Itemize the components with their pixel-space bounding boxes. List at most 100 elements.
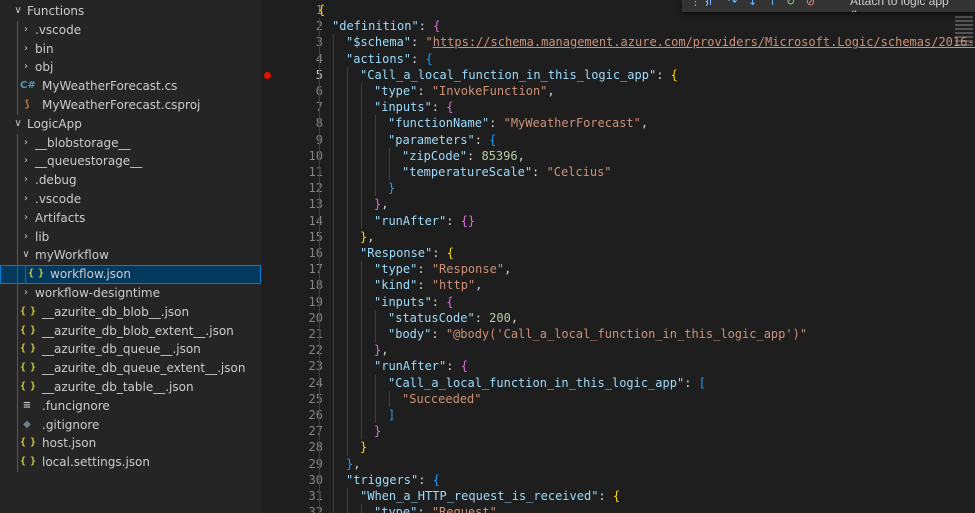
- line-number: 14: [308, 213, 323, 228]
- explorer-item[interactable]: ◆ .gitignore: [0, 415, 261, 435]
- chevron-down-icon[interactable]: ∨: [12, 2, 24, 21]
- explorer-item[interactable]: › workflow-designtime: [0, 284, 261, 303]
- code-line[interactable]: 8 "functionName": "MyWeatherForecast",: [261, 115, 975, 132]
- chevron-right-icon[interactable]: ›: [20, 209, 32, 228]
- explorer-item[interactable]: { } __azurite_db_blob__.json: [0, 302, 261, 322]
- indent-guide: [361, 309, 362, 326]
- restart-icon[interactable]: ↻: [786, 0, 795, 8]
- indent-guide: [319, 261, 320, 278]
- code-line[interactable]: 18 "kind": "http",: [261, 277, 975, 294]
- explorer-item[interactable]: › .vscode: [0, 190, 261, 209]
- code-line[interactable]: 20 "statusCode": 200,: [261, 309, 975, 326]
- explorer-item[interactable]: ⟆ MyWeatherForecast.csproj: [0, 96, 261, 115]
- code-line[interactable]: 5 "Call_a_local_function_in_this_logic_ap…: [261, 66, 975, 83]
- code-line[interactable]: 15},: [261, 228, 975, 245]
- code-line[interactable]: 13},: [261, 196, 975, 213]
- debug-config-label[interactable]: Attach to logic app (Log: [850, 0, 975, 12]
- chevron-down-icon[interactable]: ∨: [12, 115, 24, 134]
- code-line[interactable]: 2 "definition": {: [261, 18, 975, 35]
- indent-guide: [347, 228, 348, 245]
- explorer-item-label: myWorkflow: [35, 248, 109, 263]
- chevron-down-icon[interactable]: ∨: [20, 246, 32, 265]
- indent-guide: [361, 390, 362, 407]
- json-file-icon: { }: [20, 437, 36, 449]
- code-line[interactable]: 14 "runAfter": {}: [261, 212, 975, 229]
- code-line[interactable]: 29},: [261, 455, 975, 472]
- indent-guide: [17, 415, 18, 435]
- explorer-item[interactable]: › .debug: [0, 171, 261, 190]
- code-line[interactable]: 12}: [261, 180, 975, 197]
- explorer-item[interactable]: { } host.json: [0, 434, 261, 454]
- chevron-right-icon[interactable]: ›: [20, 152, 32, 171]
- step-over-icon[interactable]: ↷: [728, 0, 737, 8]
- line-number: 17: [308, 262, 323, 277]
- explorer-item[interactable]: { } workflow.json: [0, 265, 261, 284]
- code-line[interactable]: 26]: [261, 407, 975, 424]
- disconnect-icon[interactable]: ⊘: [806, 0, 815, 8]
- code-line[interactable]: 31 "When_a_HTTP_request_is_received": {: [261, 488, 975, 505]
- indent-guide: [319, 358, 320, 375]
- code-text: "statusCode": 200,: [388, 310, 518, 326]
- code-line[interactable]: 21 "body": "@body('Call_a_local_function_…: [261, 326, 975, 343]
- indent-guide: [319, 50, 320, 67]
- code-line[interactable]: 9 "parameters": {: [261, 131, 975, 148]
- explorer-item[interactable]: { } __azurite_db_blob_extent__.json: [0, 321, 261, 341]
- explorer-item[interactable]: ∨ myWorkflow: [0, 246, 261, 266]
- code-line[interactable]: 24 "Call_a_local_function_in_this_logic_a…: [261, 374, 975, 391]
- chevron-right-icon[interactable]: ›: [20, 284, 32, 303]
- code-line[interactable]: 4 "actions": {: [261, 50, 975, 67]
- code-line[interactable]: 19 "inputs": {: [261, 293, 975, 310]
- explorer-item[interactable]: ∨ Functions: [0, 2, 261, 21]
- code-line[interactable]: 30 "triggers": {: [261, 471, 975, 488]
- code-token: "type": [374, 505, 418, 513]
- indent-guide: [347, 374, 348, 391]
- chevron-right-icon[interactable]: ›: [20, 228, 32, 247]
- code-line[interactable]: 10 "zipCode": 85396,: [261, 147, 975, 164]
- code-line[interactable]: 27}: [261, 423, 975, 440]
- explorer-item[interactable]: ≡ .funcignore: [0, 396, 261, 416]
- code-line[interactable]: 3 "$schema": "https://schema.management.a…: [261, 34, 975, 51]
- pause-icon[interactable]: ıı: [706, 0, 712, 8]
- chevron-right-icon[interactable]: ›: [20, 58, 32, 77]
- code-token: "inputs": [374, 100, 432, 115]
- code-editor[interactable]: 1{2"definition": {3"$schema": "https://s…: [261, 0, 975, 513]
- explorer-item[interactable]: › bin: [0, 39, 261, 59]
- step-into-icon[interactable]: ↓: [748, 0, 757, 8]
- code-token: {: [446, 294, 454, 309]
- chevron-right-icon[interactable]: ›: [20, 40, 32, 59]
- line-number: 15: [308, 229, 323, 244]
- explorer-item-label: MyWeatherForecast.csproj: [42, 98, 201, 112]
- json-file-icon: { }: [20, 362, 36, 374]
- code-line[interactable]: 25 "Succeeded": [261, 390, 975, 407]
- explorer-item[interactable]: › lib: [0, 227, 261, 247]
- code-line[interactable]: 6 "type": "InvokeFunction",: [261, 83, 975, 100]
- code-line[interactable]: 16 "Response": {: [261, 245, 975, 262]
- code-line[interactable]: 28}: [261, 439, 975, 456]
- chevron-right-icon[interactable]: ›: [20, 171, 32, 190]
- code-line[interactable]: 23 "runAfter": {: [261, 358, 975, 375]
- indent-guide: [319, 504, 320, 513]
- explorer-item[interactable]: { } local.settings.json: [0, 453, 261, 472]
- explorer-item[interactable]: › Artifacts: [0, 208, 261, 228]
- explorer-item[interactable]: › .vscode: [0, 20, 261, 40]
- explorer-item[interactable]: { } __azurite_db_queue_extent__.json: [0, 359, 261, 378]
- indent-guide: [333, 164, 334, 181]
- explorer-item[interactable]: ∨ LogicApp: [0, 115, 261, 134]
- code-line[interactable]: 32 "type": "Request": [261, 504, 975, 513]
- step-out-icon[interactable]: ↑: [768, 0, 777, 8]
- code-line[interactable]: 7 "inputs": {: [261, 99, 975, 116]
- code-line[interactable]: 22},: [261, 342, 975, 359]
- chevron-right-icon[interactable]: ›: [20, 21, 32, 40]
- explorer-item[interactable]: { } __azurite_db_queue__.json: [0, 340, 261, 360]
- line-number: 16: [308, 246, 323, 260]
- explorer-item[interactable]: › obj: [0, 58, 261, 78]
- chevron-right-icon[interactable]: ›: [20, 134, 32, 153]
- explorer-item[interactable]: C# MyWeatherForecast.cs: [0, 77, 261, 96]
- code-line[interactable]: 11 "temperatureScale": "Celcius": [261, 164, 975, 181]
- explorer-item[interactable]: › __queuestorage__: [0, 152, 261, 172]
- code-line[interactable]: 17 "type": "Response",: [261, 261, 975, 278]
- chevron-right-icon[interactable]: ›: [20, 190, 32, 209]
- explorer-item[interactable]: › __blobstorage__: [0, 133, 261, 153]
- line-number: 19: [308, 294, 323, 309]
- explorer-item[interactable]: { } __azurite_db_table__.json: [0, 378, 261, 397]
